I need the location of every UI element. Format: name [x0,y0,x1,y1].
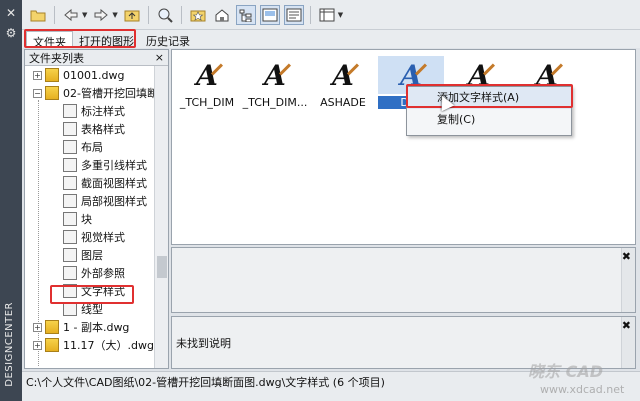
home-icon[interactable] [212,5,232,25]
text-style-icon: A [242,56,308,94]
tree-toggle-icon[interactable] [235,4,256,25]
xref-icon [63,266,77,280]
dwg-file-icon [45,68,59,82]
tree-scroll-thumb[interactable] [157,256,167,278]
tree-item-blocks[interactable]: 块 [63,210,92,228]
expand-icon[interactable]: + [33,322,42,332]
detail-view-icon [63,194,77,208]
tree-item-1117-drawing[interactable]: + 11.17（大）.dwg [33,336,154,354]
tree-header: 文件夹列表 × [25,50,168,66]
dwg-file-icon [45,338,59,352]
tree-item-label: 1 - 副本.dwg [63,321,130,334]
tree-item-02-drawing[interactable]: − 02-管槽开挖回填断 [33,84,158,102]
tree-item-label: 块 [81,213,92,226]
tree-item-label: 布局 [81,141,103,154]
mleader-icon [63,158,77,172]
tree-item-label: 标注样式 [81,105,125,118]
preview-close-icon[interactable]: ✖ [622,250,631,263]
palette-title: DESIGNCENTER [4,302,15,387]
expand-icon[interactable]: + [33,340,42,350]
item-label: _TCH_DIM... [242,96,308,109]
tree-item-label: 外部参照 [81,267,125,280]
forward-icon[interactable] [91,5,111,25]
tree-item-label: 02-管槽开挖回填断 [63,87,158,100]
item-label: ASHADE [320,96,366,109]
text-style-item[interactable]: A _TCH_DIM... [242,56,308,109]
tree-item-visual-styles[interactable]: 视觉样式 [63,228,125,246]
tree-item-label: 01001.dwg [63,68,125,82]
status-path: C:\个人文件\CAD图纸\02-管槽开挖回填断面图.dwg\文字样式 (6 个… [26,376,385,389]
preview-pane: ✖ [171,247,636,313]
tree-item-mleader-styles[interactable]: 多重引线样式 [63,156,147,174]
section-view-icon [63,176,77,190]
expand-icon[interactable]: + [33,70,42,80]
description-close-icon[interactable]: ✖ [622,319,631,332]
text-style-item[interactable]: A ASHADE [310,56,376,109]
tree-item-label: 局部视图样式 [81,195,147,208]
description-text: 未找到说明 [176,337,231,350]
dwg-file-icon [45,320,59,334]
dwg-file-icon [45,86,59,100]
watermark-url: www.xdcad.net [540,383,625,396]
text-style-item[interactable]: A _TCH_DIM [174,56,240,109]
tree-item-label: 表格样式 [81,123,125,136]
tree-item-dim-styles[interactable]: 标注样式 [63,102,125,120]
tree-item-section-view-styles[interactable]: 截面视图样式 [63,174,147,192]
layer-icon [63,248,77,262]
toolbar: ▼ ▼ ▼ [22,0,640,30]
annotation-highlight-text-styles [50,285,134,304]
annotation-highlight-menu [406,84,573,108]
preview-icon[interactable] [259,4,280,25]
tablestyle-icon [63,122,77,136]
close-icon[interactable]: ✕ [0,6,22,20]
search-icon[interactable] [155,5,175,25]
folder-tree-panel: 文件夹列表 × + 01001.dwg − 02-管槽开挖回填断 标注样式 表格… [24,49,169,369]
dimstyle-icon [63,104,77,118]
description-icon[interactable] [283,4,304,25]
tree-close-icon[interactable]: × [155,51,164,64]
item-label: _TCH_DIM [179,96,235,109]
annotation-highlight-tabs [24,29,136,48]
forward-dropdown-icon[interactable]: ▼ [112,11,117,19]
tab-history[interactable]: 历史记录 [140,31,196,48]
tree-item-layers[interactable]: 图层 [63,246,103,264]
views-icon[interactable] [317,5,337,25]
tree-item-label: 多重引线样式 [81,159,147,172]
open-folder-icon[interactable] [28,5,48,25]
tree-item-detail-view-styles[interactable]: 局部视图样式 [63,192,147,210]
tree-item-xrefs[interactable]: 外部参照 [63,264,125,282]
favorites-icon[interactable] [188,5,208,25]
content-area: A _TCH_DIM A _TCH_DIM... A ASHADE A DIM … [171,49,636,245]
collapse-icon[interactable]: − [33,88,42,98]
layout-icon [63,140,77,154]
back-dropdown-icon[interactable]: ▼ [82,11,87,19]
tree-header-label: 文件夹列表 [29,51,84,65]
tree-item-label: 图层 [81,249,103,262]
text-style-icon: A [310,56,376,94]
back-icon[interactable] [61,5,81,25]
tree-item-layouts[interactable]: 布局 [63,138,103,156]
properties-icon[interactable]: ⚙ [0,26,22,40]
linetype-icon [63,302,77,316]
up-folder-icon[interactable] [122,5,142,25]
tree-item-label: 11.17（大）.dwg [63,339,154,352]
tree-item-01001[interactable]: + 01001.dwg [33,66,124,84]
views-dropdown-icon[interactable]: ▼ [338,11,343,19]
watermark-logo: 晓东 CAD [528,362,603,381]
menu-item-copy[interactable]: 复制(C) [407,109,571,131]
block-icon [63,212,77,226]
tree-item-label: 截面视图样式 [81,177,147,190]
visual-style-icon [63,230,77,244]
text-style-icon: A [174,56,240,94]
tree-item-table-styles[interactable]: 表格样式 [63,120,125,138]
tree-body: + 01001.dwg − 02-管槽开挖回填断 标注样式 表格样式 布局 多重… [25,66,168,368]
tree-item-copy-drawing[interactable]: + 1 - 副本.dwg [33,318,129,336]
tree-item-label: 视觉样式 [81,231,125,244]
tree-scrollbar[interactable] [154,66,168,368]
palette-side-strip: ✕ ⚙ DESIGNCENTER [0,0,22,401]
